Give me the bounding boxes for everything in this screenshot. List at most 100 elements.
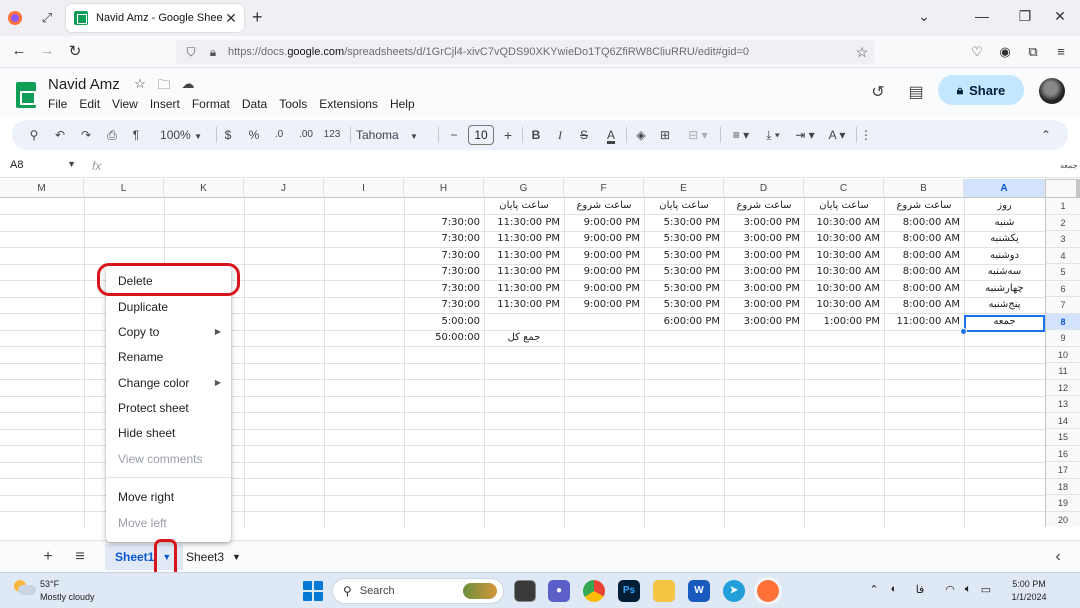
currency-format-button[interactable]: $ <box>220 126 236 144</box>
cell-d2[interactable]: 3:00:00 PM <box>724 215 804 231</box>
column-header-k[interactable]: K <box>164 179 244 198</box>
cell-g2[interactable]: 11:30:00 PM <box>484 215 564 231</box>
lock-icon[interactable]: 🔒︎ <box>206 45 220 60</box>
cell-d6[interactable]: 3:00:00 PM <box>724 281 804 297</box>
teams-icon[interactable]: ● <box>548 580 570 602</box>
cell-e7[interactable]: 5:30:00 PM <box>644 297 724 313</box>
cell-a6[interactable]: چهارشنبه <box>964 281 1045 297</box>
cell-c2[interactable]: 10:30:00 AM <box>804 215 884 231</box>
print-icon[interactable]: ⎙ <box>104 126 120 144</box>
cell-e4[interactable]: 5:30:00 PM <box>644 248 724 264</box>
column-header-m[interactable]: M <box>0 179 84 198</box>
cell-e3[interactable]: 5:30:00 PM <box>644 231 724 247</box>
task-view-icon[interactable] <box>514 580 536 602</box>
sheets-logo-icon[interactable] <box>16 82 36 108</box>
weather-icon[interactable] <box>14 580 36 596</box>
horizontal-align-icon[interactable]: ≡ ▾ <box>726 126 756 144</box>
cell-c1[interactable]: ساعت پایان <box>804 198 884 214</box>
cell-e8[interactable]: 6:00:00 PM <box>644 314 724 330</box>
menu-edit[interactable]: Edit <box>73 97 106 111</box>
cell-b6[interactable]: 8:00:00 AM <box>884 281 964 297</box>
percent-format-button[interactable]: % <box>246 126 262 144</box>
cell-c8[interactable]: 1:00:00 PM <box>804 314 884 330</box>
menu-item-change-color[interactable]: Change color ▶ <box>106 372 231 394</box>
column-header-f[interactable]: F <box>564 179 644 198</box>
row-header-1[interactable]: 1 <box>1045 198 1080 215</box>
row-header-18[interactable]: 18 <box>1045 478 1080 495</box>
column-header-b[interactable]: B <box>884 179 964 198</box>
row-header-4[interactable]: 4 <box>1045 247 1080 264</box>
cell-h2[interactable]: 7:30:00 <box>404 215 484 231</box>
cell-b1[interactable]: ساعت شروع <box>884 198 964 214</box>
cell-f2[interactable]: 9:00:00 PM <box>564 215 644 231</box>
redo-icon[interactable]: ↷ <box>78 126 94 144</box>
cell-a4[interactable]: دوشنبه <box>964 248 1045 264</box>
cloud-status-icon[interactable]: ☁︎ <box>179 76 197 98</box>
collapse-toolbar-chevron-icon[interactable]: ⌃ <box>1038 126 1054 144</box>
cell-d7[interactable]: 3:00:00 PM <box>724 297 804 313</box>
cell-g4[interactable]: 11:30:00 PM <box>484 248 564 264</box>
cell-g7[interactable]: 11:30:00 PM <box>484 297 564 313</box>
scroll-tabs-left-icon[interactable]: ‹ <box>1048 548 1068 566</box>
cell-a7[interactable]: پنج‌شنبه <box>964 297 1045 313</box>
column-header-a[interactable]: A <box>964 179 1045 198</box>
text-color-button[interactable]: A <box>602 126 620 144</box>
tray-overflow-chevron-icon[interactable]: ⌃ <box>866 583 882 596</box>
menu-item-protect-sheet[interactable]: Protect sheet <box>106 397 231 419</box>
column-header-h[interactable]: H <box>404 179 484 198</box>
row-header-19[interactable]: 19 <box>1045 495 1080 512</box>
cell-b5[interactable]: 8:00:00 AM <box>884 264 964 280</box>
file-explorer-icon[interactable] <box>653 580 675 602</box>
cell-d5[interactable]: 3:00:00 PM <box>724 264 804 280</box>
undo-icon[interactable]: ↶ <box>52 126 68 144</box>
telegram-icon[interactable]: ➤ <box>723 580 745 602</box>
menu-item-move-right[interactable]: Move right <box>106 486 231 508</box>
cell-c6[interactable]: 10:30:00 AM <box>804 281 884 297</box>
account-icon[interactable]: ◉ <box>996 44 1014 60</box>
all-sheets-icon[interactable]: ≡ <box>70 548 90 566</box>
cell-h5[interactable]: 7:30:00 <box>404 264 484 280</box>
row-header-8[interactable]: 8 <box>1045 313 1080 330</box>
taskbar-search[interactable]: ⚲ Search <box>332 578 504 604</box>
text-wrapping-icon[interactable]: ⇥ ▾ <box>790 126 820 144</box>
word-icon[interactable]: W <box>688 580 710 602</box>
windows-start-icon[interactable] <box>303 581 323 601</box>
column-header-e[interactable]: E <box>644 179 724 198</box>
cell-g9[interactable]: جمع کل <box>484 330 564 346</box>
close-window-icon[interactable]: ✕ <box>1050 8 1070 25</box>
document-title[interactable]: Navid Amz <box>48 76 120 93</box>
increase-decimal-button[interactable]: .00 <box>294 126 318 144</box>
menu-format[interactable]: Format <box>186 97 236 111</box>
chrome-icon[interactable] <box>583 580 605 602</box>
number-format-button[interactable]: 123 <box>320 126 344 144</box>
cell-a2[interactable]: شنبه <box>964 215 1045 231</box>
back-icon[interactable]: ← <box>8 42 30 59</box>
column-header-l[interactable]: L <box>84 179 164 198</box>
taskbar-clock[interactable]: 5:00 PM 1/1/2024 <box>1006 578 1052 604</box>
move-folder-icon[interactable]: 🗀︎ <box>155 76 173 98</box>
column-header-c[interactable]: C <box>804 179 884 198</box>
cell-d1[interactable]: ساعت شروع <box>724 198 804 214</box>
cell-a5[interactable]: سه‌شنبه <box>964 264 1045 280</box>
comments-icon[interactable]: ▤ <box>904 82 928 106</box>
cell-b8[interactable]: 11:00:00 AM <box>884 314 964 330</box>
firefox-icon[interactable] <box>6 9 24 27</box>
tracking-shield-icon[interactable]: ⛉ <box>184 45 198 60</box>
reload-icon[interactable]: ↻ <box>64 42 86 60</box>
row-header-17[interactable]: 17 <box>1045 462 1080 479</box>
menu-item-rename[interactable]: Rename <box>106 346 231 368</box>
avatar[interactable] <box>1039 78 1065 104</box>
bookmark-star-icon[interactable]: ☆ <box>850 44 874 61</box>
row-header-5[interactable]: 5 <box>1045 264 1080 281</box>
menu-item-duplicate[interactable]: Duplicate <box>106 296 231 318</box>
menu-tools[interactable]: Tools <box>273 97 313 111</box>
menu-file[interactable]: File <box>42 97 73 111</box>
row-header-16[interactable]: 16 <box>1045 445 1080 462</box>
cell-b3[interactable]: 8:00:00 AM <box>884 231 964 247</box>
vertical-align-icon[interactable]: ⤓ ▾ <box>758 126 788 144</box>
row-header-10[interactable]: 10 <box>1045 346 1080 363</box>
cell-c7[interactable]: 10:30:00 AM <box>804 297 884 313</box>
cell-c4[interactable]: 10:30:00 AM <box>804 248 884 264</box>
italic-button[interactable]: I <box>552 126 568 144</box>
fill-handle[interactable] <box>960 328 967 335</box>
